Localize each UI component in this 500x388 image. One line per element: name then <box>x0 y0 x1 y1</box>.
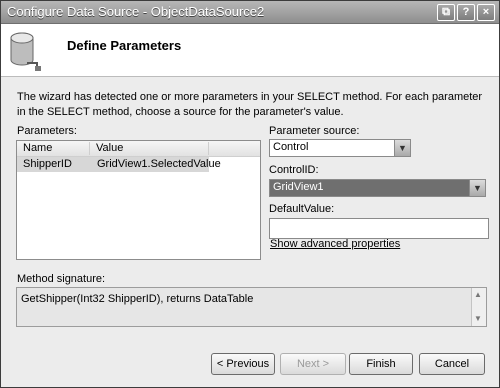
wizard-window: Configure Data Source - ObjectDataSource… <box>0 0 500 388</box>
param-value: GridView1.SelectedValue <box>97 158 221 170</box>
controlid-label: ControlID: <box>269 164 319 176</box>
controlid-value: GridView1 <box>273 181 324 193</box>
controlid-select[interactable]: GridView1 ▼ <box>269 179 486 197</box>
next-button[interactable]: Next > <box>280 353 346 375</box>
close-icon[interactable]: × <box>477 4 495 21</box>
show-advanced-link[interactable]: Show advanced properties <box>270 238 400 250</box>
page-title: Define Parameters <box>67 38 182 53</box>
method-signature-text: GetShipper(Int32 ShipperID), returns Dat… <box>21 293 254 305</box>
finish-button[interactable]: Finish <box>349 353 413 375</box>
default-value-label: DefaultValue: <box>269 203 335 215</box>
wizard-description: The wizard has detected one or more para… <box>17 91 483 118</box>
title-bar[interactable]: Configure Data Source - ObjectDataSource… <box>1 1 499 24</box>
list-item[interactable]: ShipperID GridView1.SelectedValue <box>17 157 221 172</box>
cancel-button[interactable]: Cancel <box>419 353 485 375</box>
column-header-value[interactable]: Value <box>90 142 209 155</box>
parameter-source-select[interactable]: Control ▼ <box>269 139 411 157</box>
restore-icon[interactable]: ⧉ <box>437 4 455 21</box>
default-value-input[interactable] <box>269 218 489 239</box>
scroll-up-icon[interactable]: ▲ <box>474 290 482 299</box>
parameters-label: Parameters: <box>17 125 77 137</box>
window-title: Configure Data Source - ObjectDataSource… <box>7 4 265 19</box>
database-icon <box>10 32 41 71</box>
param-name: ShipperID <box>23 158 72 170</box>
list-header: Name Value <box>17 141 260 157</box>
method-signature-box: GetShipper(Int32 ShipperID), returns Dat… <box>16 287 487 327</box>
chevron-down-icon: ▼ <box>394 140 410 156</box>
chevron-down-icon: ▼ <box>469 180 485 196</box>
signature-scrollbar[interactable]: ▲ ▼ <box>471 288 486 326</box>
previous-button[interactable]: < Previous <box>211 353 275 375</box>
method-signature-label: Method signature: <box>17 273 106 285</box>
column-header-name[interactable]: Name <box>17 142 90 155</box>
wizard-header: Define Parameters <box>1 24 499 77</box>
parameters-list[interactable]: Name Value ShipperID GridView1.SelectedV… <box>16 140 261 260</box>
scroll-down-icon[interactable]: ▼ <box>474 314 482 323</box>
parameter-source-label: Parameter source: <box>269 125 360 137</box>
parameter-source-value: Control <box>273 141 309 153</box>
help-icon[interactable]: ? <box>457 4 475 21</box>
